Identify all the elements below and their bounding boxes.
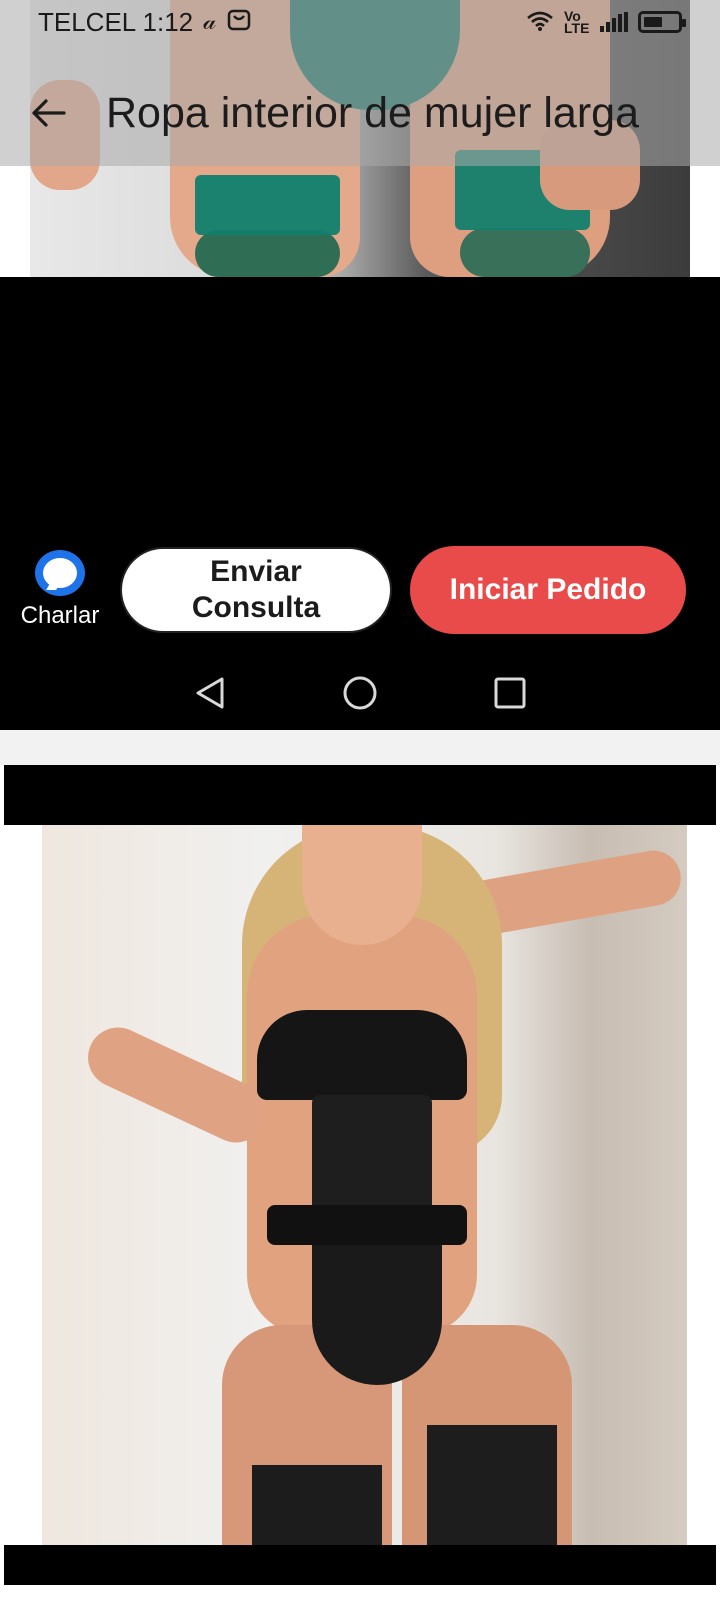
alibaba-icon: 𝒶 (203, 8, 217, 35)
photo-shape (267, 1205, 467, 1245)
photo-shape (302, 825, 422, 945)
nav-back-button[interactable] (190, 673, 230, 713)
nav-home-button[interactable] (340, 673, 380, 713)
photo-shape (427, 1425, 557, 1545)
system-nav-bar (0, 645, 720, 730)
page-title: Ropa interior de mujer larga (106, 88, 639, 137)
app-screenshot-top: TELCEL 1:12 𝒶 Vo LTE Ropa interior de mu… (0, 0, 720, 730)
shopping-bag-icon (226, 6, 252, 39)
header: Ropa interior de mujer larga (0, 78, 720, 148)
battery-icon (638, 11, 686, 33)
product-image-black[interactable] (42, 825, 687, 1545)
action-bar: Charlar Enviar Consulta Iniciar Pedido (0, 540, 720, 640)
chat-bubble-icon (35, 550, 85, 596)
status-bar: TELCEL 1:12 𝒶 Vo LTE (0, 0, 720, 44)
signal-icon (600, 12, 628, 32)
photo-shape (257, 1010, 467, 1100)
chat-button[interactable]: Charlar (0, 540, 120, 640)
chat-label: Charlar (20, 602, 100, 629)
photo-shape (195, 175, 340, 235)
inquiry-label-line1: Enviar (210, 555, 302, 588)
photo-shape (460, 228, 590, 277)
back-button[interactable] (18, 83, 78, 143)
nav-recents-button[interactable] (490, 673, 530, 713)
redaction-bar (4, 765, 716, 825)
arrow-left-icon (32, 99, 66, 127)
nav-home-circle-icon (343, 676, 377, 710)
send-inquiry-button[interactable]: Enviar Consulta (120, 547, 392, 633)
volte-icon: Vo LTE (564, 8, 590, 36)
photo-shape (252, 1465, 382, 1545)
photo-shape (195, 230, 340, 277)
start-order-button[interactable]: Iniciar Pedido (410, 546, 686, 634)
photo-shape (312, 1245, 442, 1385)
nav-recents-square-icon (494, 677, 526, 709)
nav-back-triangle-icon (196, 677, 224, 709)
inquiry-label-line2: Consulta (191, 591, 321, 624)
redaction-bar (4, 1545, 716, 1585)
carrier-time: TELCEL 1:12 (38, 6, 194, 37)
wifi-icon (526, 10, 554, 35)
app-screenshot-bottom (0, 765, 720, 1600)
